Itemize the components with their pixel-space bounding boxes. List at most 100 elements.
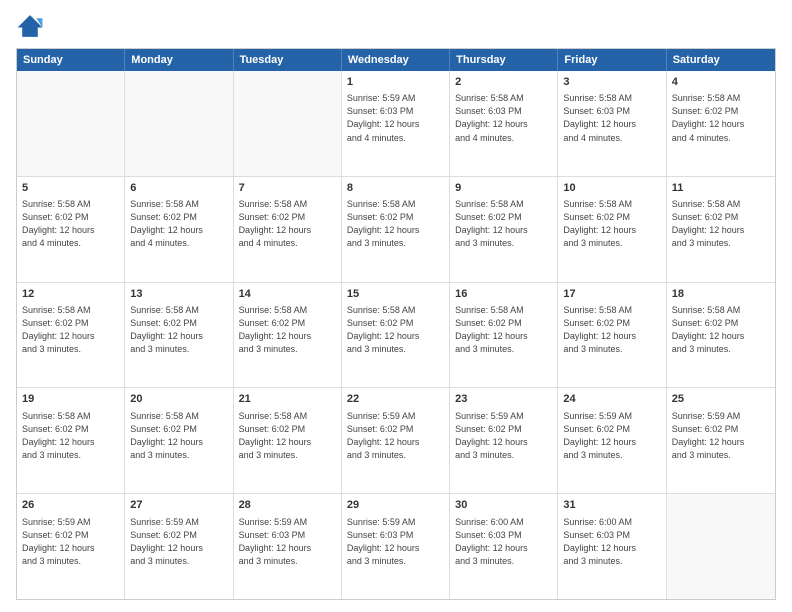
day-info: Sunrise: 5:59 AM Sunset: 6:02 PM Dayligh…	[672, 410, 770, 462]
day-number: 23	[455, 392, 552, 407]
calendar-page: SundayMondayTuesdayWednesdayThursdayFrid…	[0, 0, 792, 612]
day-info: Sunrise: 5:58 AM Sunset: 6:02 PM Dayligh…	[347, 304, 444, 356]
day-info: Sunrise: 5:58 AM Sunset: 6:02 PM Dayligh…	[347, 198, 444, 250]
day-info: Sunrise: 5:58 AM Sunset: 6:02 PM Dayligh…	[22, 410, 119, 462]
weekday-header-thursday: Thursday	[450, 49, 558, 71]
empty-cell	[234, 71, 342, 176]
day-number: 16	[455, 287, 552, 302]
day-number: 17	[563, 287, 660, 302]
day-info: Sunrise: 5:58 AM Sunset: 6:02 PM Dayligh…	[455, 198, 552, 250]
header	[16, 12, 776, 40]
day-info: Sunrise: 5:59 AM Sunset: 6:03 PM Dayligh…	[347, 92, 444, 144]
day-cell-22: 22 Sunrise: 5:59 AM Sunset: 6:02 PM Dayli…	[342, 388, 450, 493]
calendar-week-3: 12 Sunrise: 5:58 AM Sunset: 6:02 PM Dayli…	[17, 283, 775, 389]
day-number: 20	[130, 392, 227, 407]
day-number: 30	[455, 498, 552, 513]
day-cell-21: 21 Sunrise: 5:58 AM Sunset: 6:02 PM Dayli…	[234, 388, 342, 493]
weekday-header-friday: Friday	[558, 49, 666, 71]
day-info: Sunrise: 5:59 AM Sunset: 6:03 PM Dayligh…	[239, 516, 336, 568]
day-number: 29	[347, 498, 444, 513]
weekday-header-monday: Monday	[125, 49, 233, 71]
day-cell-4: 4 Sunrise: 5:58 AM Sunset: 6:02 PM Daylig…	[667, 71, 775, 176]
day-info: Sunrise: 5:59 AM Sunset: 6:02 PM Dayligh…	[563, 410, 660, 462]
day-number: 27	[130, 498, 227, 513]
empty-cell	[125, 71, 233, 176]
day-cell-2: 2Sunrise: 5:58 AM Sunset: 6:03 PM Daylig…	[450, 71, 558, 176]
day-number: 1	[347, 75, 444, 90]
day-info: Sunrise: 5:58 AM Sunset: 6:02 PM Dayligh…	[239, 304, 336, 356]
day-info: Sunrise: 5:58 AM Sunset: 6:02 PM Dayligh…	[672, 304, 770, 356]
weekday-header-sunday: Sunday	[17, 49, 125, 71]
day-number: 3	[563, 75, 660, 90]
day-info: Sunrise: 5:59 AM Sunset: 6:02 PM Dayligh…	[22, 516, 119, 568]
day-number: 18	[672, 287, 770, 302]
day-info: Sunrise: 6:00 AM Sunset: 6:03 PM Dayligh…	[455, 516, 552, 568]
day-info: Sunrise: 5:59 AM Sunset: 6:02 PM Dayligh…	[455, 410, 552, 462]
logo-icon	[16, 12, 44, 40]
day-info: Sunrise: 5:58 AM Sunset: 6:02 PM Dayligh…	[672, 198, 770, 250]
day-number: 15	[347, 287, 444, 302]
day-cell-14: 14Sunrise: 5:58 AM Sunset: 6:02 PM Dayli…	[234, 283, 342, 388]
calendar: SundayMondayTuesdayWednesdayThursdayFrid…	[16, 48, 776, 600]
day-info: Sunrise: 5:58 AM Sunset: 6:02 PM Dayligh…	[130, 304, 227, 356]
day-number: 10	[563, 181, 660, 196]
day-cell-26: 26 Sunrise: 5:59 AM Sunset: 6:02 PM Dayli…	[17, 494, 125, 599]
day-number: 28	[239, 498, 336, 513]
day-cell-8: 8Sunrise: 5:58 AM Sunset: 6:02 PM Daylig…	[342, 177, 450, 282]
day-number: 12	[22, 287, 119, 302]
day-info: Sunrise: 5:58 AM Sunset: 6:02 PM Dayligh…	[455, 304, 552, 356]
calendar-week-2: 5 Sunrise: 5:58 AM Sunset: 6:02 PM Daylig…	[17, 177, 775, 283]
day-cell-16: 16 Sunrise: 5:58 AM Sunset: 6:02 PM Dayli…	[450, 283, 558, 388]
day-cell-24: 24 Sunrise: 5:59 AM Sunset: 6:02 PM Dayli…	[558, 388, 666, 493]
weekday-header-tuesday: Tuesday	[234, 49, 342, 71]
day-info: Sunrise: 5:58 AM Sunset: 6:03 PM Dayligh…	[563, 92, 660, 144]
day-number: 31	[563, 498, 660, 513]
day-number: 24	[563, 392, 660, 407]
empty-cell	[17, 71, 125, 176]
day-number: 5	[22, 181, 119, 196]
day-cell-23: 23 Sunrise: 5:59 AM Sunset: 6:02 PM Dayli…	[450, 388, 558, 493]
day-cell-18: 18 Sunrise: 5:58 AM Sunset: 6:02 PM Dayli…	[667, 283, 775, 388]
day-number: 2	[455, 75, 552, 90]
day-cell-19: 19 Sunrise: 5:58 AM Sunset: 6:02 PM Dayli…	[17, 388, 125, 493]
day-info: Sunrise: 5:59 AM Sunset: 6:02 PM Dayligh…	[347, 410, 444, 462]
day-info: Sunrise: 5:58 AM Sunset: 6:02 PM Dayligh…	[22, 198, 119, 250]
day-cell-11: 11 Sunrise: 5:58 AM Sunset: 6:02 PM Dayli…	[667, 177, 775, 282]
day-cell-5: 5 Sunrise: 5:58 AM Sunset: 6:02 PM Daylig…	[17, 177, 125, 282]
calendar-header-row: SundayMondayTuesdayWednesdayThursdayFrid…	[17, 49, 775, 71]
day-cell-17: 17 Sunrise: 5:58 AM Sunset: 6:02 PM Dayli…	[558, 283, 666, 388]
day-number: 19	[22, 392, 119, 407]
calendar-week-4: 19 Sunrise: 5:58 AM Sunset: 6:02 PM Dayli…	[17, 388, 775, 494]
day-number: 22	[347, 392, 444, 407]
day-number: 7	[239, 181, 336, 196]
day-cell-10: 10 Sunrise: 5:58 AM Sunset: 6:02 PM Dayli…	[558, 177, 666, 282]
day-info: Sunrise: 5:59 AM Sunset: 6:02 PM Dayligh…	[130, 516, 227, 568]
day-cell-7: 7 Sunrise: 5:58 AM Sunset: 6:02 PM Daylig…	[234, 177, 342, 282]
day-info: Sunrise: 5:58 AM Sunset: 6:02 PM Dayligh…	[239, 198, 336, 250]
day-cell-30: 30 Sunrise: 6:00 AM Sunset: 6:03 PM Dayli…	[450, 494, 558, 599]
day-info: Sunrise: 5:59 AM Sunset: 6:03 PM Dayligh…	[347, 516, 444, 568]
day-cell-9: 9Sunrise: 5:58 AM Sunset: 6:02 PM Daylig…	[450, 177, 558, 282]
day-number: 4	[672, 75, 770, 90]
day-info: Sunrise: 5:58 AM Sunset: 6:02 PM Dayligh…	[130, 198, 227, 250]
calendar-week-1: 1 Sunrise: 5:59 AM Sunset: 6:03 PM Daylig…	[17, 71, 775, 177]
day-number: 11	[672, 181, 770, 196]
day-number: 25	[672, 392, 770, 407]
day-info: Sunrise: 5:58 AM Sunset: 6:02 PM Dayligh…	[672, 92, 770, 144]
calendar-week-5: 26 Sunrise: 5:59 AM Sunset: 6:02 PM Dayli…	[17, 494, 775, 599]
day-cell-20: 20Sunrise: 5:58 AM Sunset: 6:02 PM Dayli…	[125, 388, 233, 493]
day-cell-29: 29 Sunrise: 5:59 AM Sunset: 6:03 PM Dayli…	[342, 494, 450, 599]
day-number: 26	[22, 498, 119, 513]
day-cell-31: 31Sunrise: 6:00 AM Sunset: 6:03 PM Dayli…	[558, 494, 666, 599]
day-info: Sunrise: 5:58 AM Sunset: 6:02 PM Dayligh…	[563, 198, 660, 250]
day-number: 13	[130, 287, 227, 302]
day-cell-3: 3 Sunrise: 5:58 AM Sunset: 6:03 PM Daylig…	[558, 71, 666, 176]
day-info: Sunrise: 5:58 AM Sunset: 6:02 PM Dayligh…	[239, 410, 336, 462]
day-cell-28: 28 Sunrise: 5:59 AM Sunset: 6:03 PM Dayli…	[234, 494, 342, 599]
day-number: 21	[239, 392, 336, 407]
day-cell-27: 27 Sunrise: 5:59 AM Sunset: 6:02 PM Dayli…	[125, 494, 233, 599]
day-info: Sunrise: 5:58 AM Sunset: 6:02 PM Dayligh…	[563, 304, 660, 356]
day-cell-13: 13 Sunrise: 5:58 AM Sunset: 6:02 PM Dayli…	[125, 283, 233, 388]
weekday-header-wednesday: Wednesday	[342, 49, 450, 71]
logo	[16, 12, 48, 40]
